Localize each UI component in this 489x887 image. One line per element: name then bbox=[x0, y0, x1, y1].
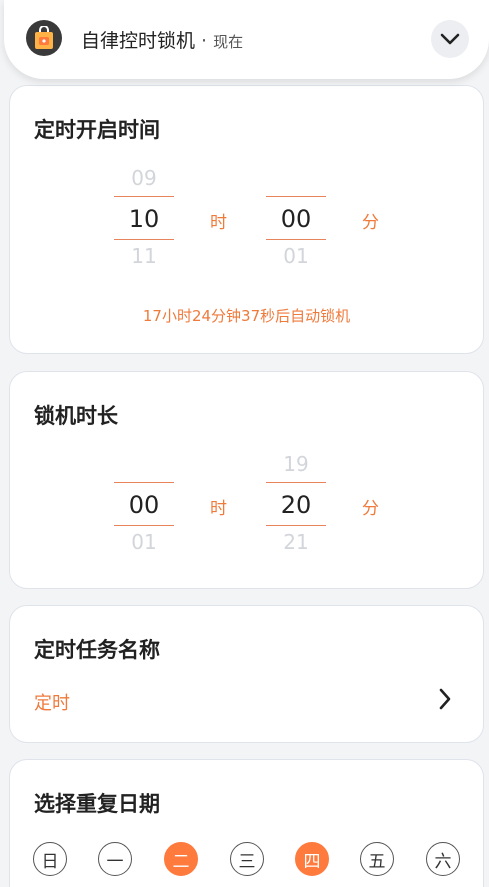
start-time-card: 定时开启时间 09 10 11 时 00 01 分 17小时24分钟37秒后自动… bbox=[9, 85, 484, 354]
picker-next-value: 11 bbox=[131, 244, 157, 268]
task-name-title: 定时任务名称 bbox=[34, 638, 160, 662]
repeat-days-title: 选择重复日期 bbox=[34, 792, 160, 816]
weekday-tue[interactable]: 二 bbox=[164, 842, 198, 876]
weekday-selector: 日 一 二 三 四 五 六 bbox=[10, 842, 483, 882]
repeat-days-card: 选择重复日期 日 一 二 三 四 五 六 bbox=[9, 759, 484, 887]
start-time-title: 定时开启时间 bbox=[34, 118, 160, 142]
picker-selected-value: 00 bbox=[114, 482, 174, 526]
picker-next-value: 01 bbox=[283, 244, 309, 268]
duration-hour-picker[interactable]: 00 01 bbox=[114, 452, 174, 562]
duration-title: 锁机时长 bbox=[34, 404, 118, 428]
notification-title: 自律控时锁机 · 现在 bbox=[81, 26, 243, 53]
picker-prev-value: 09 bbox=[131, 166, 157, 190]
picker-prev-value: 19 bbox=[283, 452, 309, 476]
picker-next-value: 01 bbox=[131, 530, 157, 554]
picker-selected-value: 10 bbox=[114, 196, 174, 240]
duration-card: 锁机时长 00 01 时 19 20 21 分 bbox=[9, 371, 484, 589]
hour-unit-label: 时 bbox=[210, 213, 227, 233]
app-name: 自律控时锁机 bbox=[81, 30, 196, 52]
task-name-value: 定时 bbox=[34, 693, 70, 714]
lock-bag-icon bbox=[26, 20, 62, 56]
start-minute-picker[interactable]: 00 01 bbox=[266, 166, 326, 276]
weekday-fri[interactable]: 五 bbox=[360, 842, 394, 876]
picker-selected-value: 20 bbox=[266, 482, 326, 526]
task-name-card[interactable]: 定时任务名称 定时 bbox=[9, 605, 484, 743]
weekday-thu[interactable]: 四 bbox=[295, 842, 329, 876]
countdown-text: 17小时24分钟37秒后自动锁机 bbox=[142, 307, 351, 325]
duration-minute-picker[interactable]: 19 20 21 bbox=[266, 452, 326, 562]
weekday-sun[interactable]: 日 bbox=[33, 842, 67, 876]
start-hour-picker[interactable]: 09 10 11 bbox=[114, 166, 174, 276]
minute-unit-label: 分 bbox=[362, 499, 379, 519]
minute-unit-label: 分 bbox=[362, 213, 379, 233]
title-separator: · bbox=[201, 30, 208, 52]
notification-time: 现在 bbox=[213, 33, 244, 51]
expand-button[interactable] bbox=[431, 20, 469, 58]
chevron-down-icon bbox=[440, 33, 460, 45]
picker-selected-value: 00 bbox=[266, 196, 326, 240]
notification-banner[interactable]: 自律控时锁机 · 现在 bbox=[4, 0, 489, 79]
weekday-sat[interactable]: 六 bbox=[426, 842, 460, 876]
weekday-mon[interactable]: 一 bbox=[98, 842, 132, 876]
weekday-wed[interactable]: 三 bbox=[230, 842, 264, 876]
hour-unit-label: 时 bbox=[210, 499, 227, 519]
picker-next-value: 21 bbox=[283, 530, 309, 554]
chevron-right-icon[interactable] bbox=[436, 688, 454, 710]
